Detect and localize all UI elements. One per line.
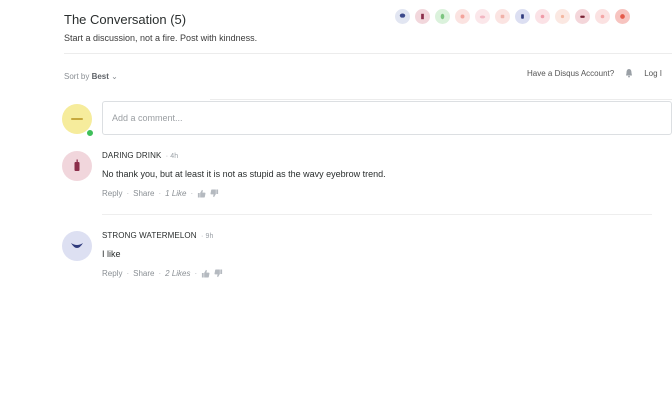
login-link[interactable]: Log I	[644, 69, 662, 78]
comment-input[interactable]	[103, 102, 421, 134]
cloud-icon[interactable]	[475, 9, 490, 24]
leaf-icon[interactable]	[435, 9, 450, 24]
chevron-down-icon[interactable]: ⌄	[111, 72, 118, 81]
avatar[interactable]	[62, 231, 92, 261]
share-button[interactable]: Share	[133, 189, 154, 198]
likes-count[interactable]: 1 Like	[165, 189, 186, 198]
flower-icon[interactable]	[595, 9, 610, 24]
comment-meta: DARING DRINK · 4h	[102, 151, 179, 160]
heart-icon[interactable]	[535, 9, 550, 24]
drink-icon	[74, 159, 80, 171]
participant-avatars	[395, 9, 630, 24]
drink-icon[interactable]	[415, 9, 430, 24]
fire-icon[interactable]	[615, 9, 630, 24]
comment-time[interactable]: 4h	[170, 153, 178, 160]
share-button[interactable]: Share	[133, 269, 154, 278]
bell-icon[interactable]	[624, 68, 634, 78]
header-divider	[64, 53, 672, 54]
comment-meta: STRONG WATERMELON · 9h	[102, 231, 214, 240]
likes-count[interactable]: 2 Likes	[165, 269, 190, 278]
conversation-title: The Conversation (5)	[64, 12, 187, 27]
smile-icon[interactable]	[455, 9, 470, 24]
cup-icon[interactable]	[515, 9, 530, 24]
upvote-icon[interactable]	[197, 189, 206, 198]
comment-text: I like	[102, 249, 121, 259]
upvote-icon[interactable]	[201, 269, 210, 278]
downvote-icon[interactable]	[210, 189, 219, 198]
comment-actions: Reply · Share · 2 Likes ·	[102, 269, 602, 278]
avatar[interactable]	[62, 151, 92, 181]
comment-divider	[102, 214, 652, 215]
reply-button[interactable]: Reply	[102, 189, 122, 198]
online-status-dot	[86, 129, 94, 137]
sort-prefix: Sort by	[64, 72, 90, 81]
sort-divider	[210, 99, 672, 100]
disqus-account-link[interactable]: Have a Disqus Account?	[527, 69, 614, 78]
guest-icon	[71, 118, 83, 120]
comment-actions: Reply · Share · 1 Like ·	[102, 189, 602, 198]
downvote-icon[interactable]	[214, 269, 223, 278]
cup-icon[interactable]	[495, 9, 510, 24]
sort-value[interactable]: Best	[92, 72, 109, 81]
star-icon[interactable]	[555, 9, 570, 24]
sort-control[interactable]: Sort by Best ⌄	[64, 72, 118, 81]
comment-body: DARING DRINK · 4h No thank you, but at l…	[102, 151, 602, 198]
jellyfish-icon[interactable]	[395, 9, 410, 24]
conversation-subtitle: Start a discussion, not a fire. Post wit…	[64, 33, 258, 43]
comment-text: No thank you, but at least it is not as …	[102, 169, 386, 179]
comment-author[interactable]: DARING DRINK	[102, 151, 161, 160]
account-area: Have a Disqus Account? Log I	[527, 68, 662, 78]
comment-body: STRONG WATERMELON · 9h I like Reply · Sh…	[102, 231, 602, 278]
conversation-header: The Conversation (5) Start a discussion,…	[64, 12, 257, 43]
comment-time[interactable]: 9h	[205, 233, 213, 240]
comment-box[interactable]	[102, 101, 672, 135]
mask-icon[interactable]	[575, 9, 590, 24]
comment-author[interactable]: STRONG WATERMELON	[102, 231, 197, 240]
watermelon-icon	[71, 243, 83, 248]
reply-button[interactable]: Reply	[102, 269, 122, 278]
